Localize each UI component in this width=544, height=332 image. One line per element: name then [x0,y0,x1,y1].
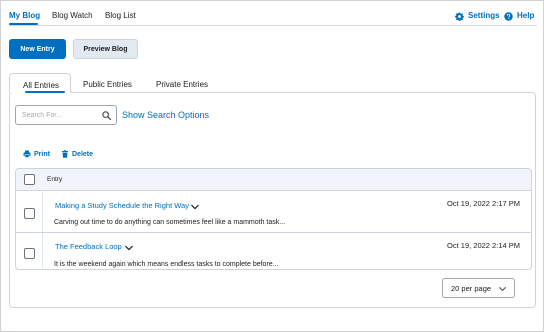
search-icon[interactable] [102,111,111,120]
table-row: Making a Study Schedule the Right Way Oc… [16,191,531,233]
tab-active-indicator [9,23,38,25]
help-label: Help [517,11,535,20]
tab-private-entries[interactable]: Private Entries [156,80,208,90]
search-input[interactable] [22,109,100,122]
entry-title-link[interactable]: Making a Study Schedule the Right Way [55,201,189,210]
settings-link[interactable]: Settings [455,11,500,21]
entry-title-link[interactable]: The Feedback Loop [55,242,122,251]
entry-excerpt: Carving out time to do anything can some… [54,219,286,226]
delete-button[interactable]: Delete [61,150,93,158]
chevron-down-icon [499,287,506,291]
table-row: The Feedback Loop Oct 19, 2022 2:14 PM I… [16,233,531,269]
entry-excerpt: It is the weekend again which means endl… [54,261,279,268]
tab-all-entries-label: All Entries [23,81,60,90]
select-all-checkbox[interactable] [24,174,35,185]
per-page-value: 20 per page [451,284,492,293]
row-checkbox[interactable] [24,248,35,259]
entries-table: Entry Making a Study Schedule the Right … [15,168,532,270]
print-button[interactable]: Print [23,150,50,158]
chevron-down-icon[interactable] [125,244,133,252]
tab-public-entries[interactable]: Public Entries [83,80,132,90]
table-header: Entry [16,169,531,191]
delete-label: Delete [72,150,94,158]
help-link[interactable]: Help [504,11,534,21]
preview-blog-button[interactable]: Preview Blog [73,39,138,59]
tab-blog-list[interactable]: Blog List [105,11,136,21]
print-label: Print [34,150,50,158]
entry-date: Oct 19, 2022 2:17 PM [447,199,520,208]
tab-all-entries[interactable]: All Entries [9,73,71,93]
help-icon [504,11,513,21]
new-entry-button[interactable]: New Entry [9,39,66,59]
printer-icon [23,150,31,158]
search-box [15,105,117,125]
gear-icon [455,12,464,21]
entry-column-header: Entry [47,176,63,183]
settings-label: Settings [468,11,500,20]
per-page-select[interactable]: 20 per page [442,278,515,298]
trash-icon [62,150,68,158]
entry-date: Oct 19, 2022 2:14 PM [447,241,520,250]
chevron-down-icon[interactable] [191,203,199,211]
tab-blog-watch[interactable]: Blog Watch [52,11,93,21]
blog-window: My Blog Blog Watch Blog List Settings He… [0,0,544,332]
show-search-options-link[interactable]: Show Search Options [122,110,209,121]
subtab-active-indicator [25,91,65,93]
row-checkbox[interactable] [24,208,35,219]
tab-my-blog[interactable]: My Blog [9,11,40,21]
